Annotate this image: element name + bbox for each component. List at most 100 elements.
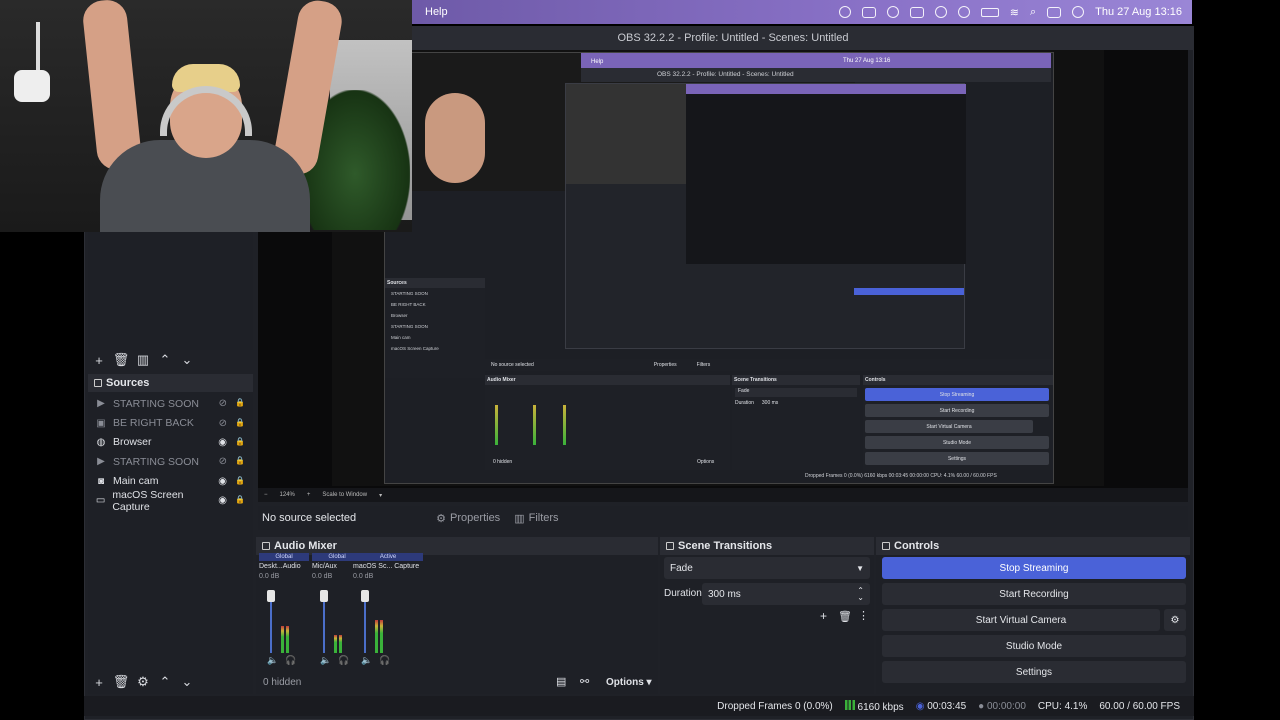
virtual-camera-settings-gear-icon[interactable]: ⚙ <box>1164 609 1186 631</box>
badge-icon[interactable] <box>886 6 899 18</box>
speaker-icon[interactable]: 🔈 <box>361 655 372 666</box>
volume-fader[interactable] <box>270 593 272 653</box>
search-icon[interactable]: ⌕ <box>1030 6 1036 19</box>
battery-icon[interactable] <box>980 7 999 17</box>
stream-icon: ◉ <box>915 700 925 712</box>
nested-properties: Properties <box>653 362 677 368</box>
nested-options: Options <box>697 459 715 465</box>
dock-icon <box>262 542 270 550</box>
eye-hidden-icon[interactable]: ⊘ <box>219 456 227 467</box>
source-list: ▶ STARTING SOON ⊘ 🔒 ▣ BE RIGHT BACK ⊘ 🔒 ◍ Browser… <box>88 394 253 513</box>
scale-mode[interactable]: Scale to Window <box>322 492 367 498</box>
controls-panel: Controls Stop Streaming Start Recording … <box>876 537 1190 694</box>
source-item[interactable]: ▶ STARTING SOON ⊘ 🔒 <box>88 452 253 471</box>
audio-mixer-title: Audio Mixer <box>274 540 337 552</box>
lock-icon[interactable]: 🔒 <box>235 437 245 448</box>
level-meter <box>375 620 378 653</box>
headphones-icon[interactable] <box>934 6 947 18</box>
source-label: STARTING SOON <box>113 397 199 410</box>
eye-icon[interactable]: ◉ <box>218 437 227 448</box>
globe-icon: ◍ <box>96 436 106 448</box>
nested-source-item: STARTING SOON <box>391 291 428 296</box>
start-virtual-camera-button[interactable]: Start Virtual Camera <box>882 609 1160 631</box>
record-time-value: 00:00:00 <box>986 700 1026 712</box>
move-up-icon[interactable]: ⌃ <box>154 672 176 692</box>
lock-icon[interactable]: 🔒 <box>235 495 245 506</box>
headphones-icon[interactable]: 🎧 <box>285 655 296 666</box>
status-bar: Dropped Frames 0 (0.0%) 6160 kbps ◉ 00:0… <box>84 696 1194 716</box>
stop-streaming-button[interactable]: Stop Streaming <box>882 557 1186 579</box>
eye-hidden-icon[interactable]: ⊘ <box>219 398 227 409</box>
volume-fader[interactable] <box>364 593 366 653</box>
lock-icon[interactable]: 🔒 <box>235 418 245 429</box>
add-transition-icon[interactable]: + <box>820 609 827 623</box>
transition-select[interactable]: Fade ▼ <box>664 557 870 579</box>
bitrate-value: 6160 kbps <box>857 701 904 713</box>
source-item[interactable]: ◍ Browser ◉ 🔒 <box>88 433 253 452</box>
properties-label: Properties <box>450 512 501 524</box>
layout-icon[interactable]: ▤ <box>556 675 566 688</box>
zoom-out-icon[interactable]: − <box>264 492 268 498</box>
stream-time: ◉ 00:03:45 <box>916 701 966 712</box>
lock-icon[interactable]: 🔒 <box>235 398 245 409</box>
channel-name[interactable]: macOS Sc... Capture <box>353 563 423 570</box>
more-icon[interactable]: ⋮ <box>858 609 869 622</box>
studio-mode-button[interactable]: Studio Mode <box>882 635 1186 657</box>
eye-icon[interactable]: ◉ <box>218 476 227 487</box>
play-icon[interactable] <box>957 6 970 18</box>
nested-settings: Settings <box>865 452 1049 465</box>
menubar-clock[interactable]: Thu 27 Aug 13:16 <box>1095 6 1182 18</box>
source-settings-icon[interactable]: ⚙ <box>132 672 154 692</box>
fader-knob[interactable] <box>267 590 275 602</box>
settings-button[interactable]: Settings <box>882 661 1186 683</box>
headphones-icon[interactable]: 🎧 <box>338 655 349 666</box>
status-icon[interactable] <box>838 6 851 18</box>
source-item[interactable]: ▭ macOS Screen Capture ◉ 🔒 <box>88 489 253 513</box>
eye-hidden-icon[interactable]: ⊘ <box>219 418 227 429</box>
speaker-icon[interactable]: 🔈 <box>320 655 331 666</box>
scale-dropdown-icon[interactable]: ▾ <box>379 492 382 499</box>
lock-icon[interactable]: 🔒 <box>235 476 245 487</box>
add-icon[interactable]: + <box>88 350 110 370</box>
headphones-icon[interactable]: 🎧 <box>379 655 390 666</box>
sources-header: Sources <box>88 374 253 392</box>
speaker-icon[interactable]: 🔈 <box>267 655 278 666</box>
menu-help[interactable]: Help <box>425 6 448 18</box>
stepper-icon[interactable]: ⌃ ⌄ <box>857 587 870 602</box>
source-item[interactable]: ▣ BE RIGHT BACK ⊘ 🔒 <box>88 413 253 432</box>
down-icon[interactable]: ⌄ <box>176 350 198 370</box>
screen-icon[interactable] <box>861 6 876 18</box>
nested2-stop-streaming <box>854 288 964 295</box>
stats-icon[interactable] <box>909 6 924 18</box>
start-recording-button[interactable]: Start Recording <box>882 583 1186 605</box>
source-controls: ◉ 🔒 <box>218 437 253 448</box>
source-item[interactable]: ▶ STARTING SOON ⊘ 🔒 <box>88 394 253 413</box>
control-center-icon[interactable] <box>1047 6 1062 18</box>
up-icon[interactable]: ⌃ <box>154 350 176 370</box>
zoom-in-icon[interactable]: + <box>307 492 311 498</box>
add-source-icon[interactable]: + <box>88 672 110 692</box>
remove-transition-icon[interactable]: 🗑 <box>838 610 852 623</box>
fader-knob[interactable] <box>361 590 369 602</box>
lock-icon[interactable]: 🔒 <box>235 456 245 467</box>
options-button[interactable]: Options ▾ <box>606 677 652 688</box>
wifi-icon[interactable]: ≋ <box>1010 6 1019 19</box>
fps: 60.00 / 60.00 FPS <box>1099 700 1180 712</box>
siri-icon[interactable] <box>1072 6 1085 18</box>
eye-icon[interactable]: ◉ <box>218 495 227 506</box>
duration-input[interactable]: 300 ms ⌃ ⌄ <box>702 583 870 605</box>
link-icon[interactable]: ⚯ <box>580 675 589 688</box>
scene-transitions-panel: Scene Transitions Fade ▼ Duration 300 ms… <box>660 537 874 694</box>
trash-icon[interactable]: 🗑 <box>110 350 132 370</box>
properties-button[interactable]: ⚙ Properties <box>436 512 500 525</box>
gear-icon: ⚙ <box>436 512 447 525</box>
filters-button[interactable]: ▥ Filters <box>514 512 558 525</box>
level-meter <box>380 620 383 653</box>
remove-source-icon[interactable]: 🗑 <box>110 672 132 692</box>
channel-name[interactable]: Deskt...Audio <box>259 563 309 570</box>
volume-fader[interactable] <box>323 593 325 653</box>
fader-knob[interactable] <box>320 590 328 602</box>
move-down-icon[interactable]: ⌄ <box>176 672 198 692</box>
nested-studio-mode: Studio Mode <box>865 436 1049 449</box>
filter-icon[interactable]: ▥ <box>132 350 154 370</box>
